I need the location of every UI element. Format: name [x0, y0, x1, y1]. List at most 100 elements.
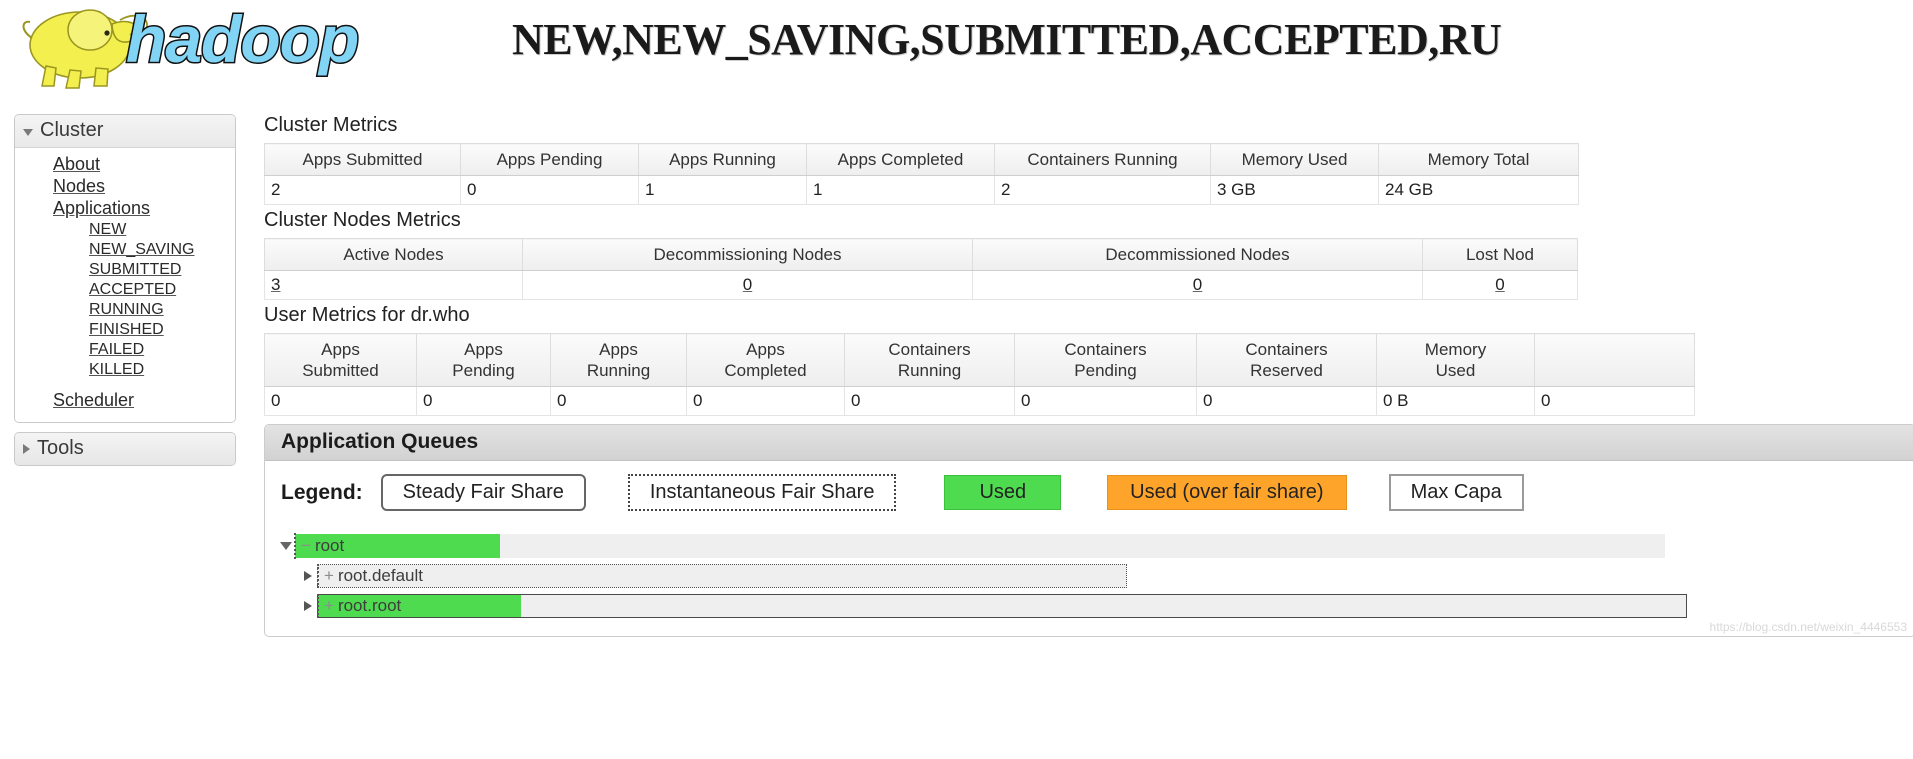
col-line1: Containers — [1064, 340, 1147, 359]
col-user-containers-reserved[interactable]: Containers Reserved — [1196, 333, 1377, 387]
cluster-metrics-title: Cluster Metrics — [264, 114, 398, 136]
queue-bar-root[interactable]: − root — [294, 532, 1665, 559]
sidebar-section-cluster[interactable]: Cluster — [15, 115, 235, 148]
col-apps-completed[interactable]: Apps Completed — [806, 143, 995, 176]
hadoop-wordmark: hadoop — [124, 2, 360, 76]
active-nodes-link[interactable]: 3 — [271, 275, 280, 294]
queue-bar-root-root[interactable]: + root.root — [317, 593, 1687, 618]
col-active-nodes[interactable]: Active Nodes — [264, 238, 523, 271]
col-line1: Memory — [1424, 340, 1487, 359]
page-title: NEW,NEW_SAVING,SUBMITTED,ACCEPTED,RU — [512, 15, 1502, 64]
sidebar-item-new-saving[interactable]: NEW_SAVING — [15, 240, 235, 260]
col-memory-total[interactable]: Memory Total — [1378, 143, 1579, 176]
cluster-nodes-metrics-table: Active Nodes Decommissioning Nodes Decom… — [264, 238, 1578, 300]
hadoop-logo[interactable]: hadoop — [8, 0, 428, 92]
col-line2: Submitted — [302, 361, 379, 380]
cell-apps-submitted: 2 — [264, 175, 461, 205]
col-line2: Completed — [724, 361, 807, 380]
chevron-down-icon — [23, 128, 33, 136]
col-line2: Running — [897, 361, 962, 380]
table-row: 2 0 1 1 2 3 GB 24 GB — [264, 175, 1579, 205]
col-line1: Containers — [888, 340, 971, 359]
sidebar-item-new[interactable]: NEW — [15, 220, 235, 240]
queue-expand-sign: + — [324, 595, 334, 615]
legend-label: Legend: — [281, 480, 363, 504]
col-line1: Containers — [1245, 340, 1328, 359]
cell-user-extra: 0 — [1534, 386, 1695, 416]
sidebar-section-tools-label: Tools — [37, 437, 84, 459]
queue-label-root: − root — [295, 536, 344, 556]
cell-memory-total: 24 GB — [1378, 175, 1579, 205]
col-user-apps-submitted[interactable]: Apps Submitted — [264, 333, 417, 387]
col-line1: Apps — [464, 340, 503, 359]
col-decommissioning-nodes[interactable]: Decommissioning Nodes — [522, 238, 973, 271]
table-header-row: Active Nodes Decommissioning Nodes Decom… — [264, 238, 1578, 271]
col-decommissioned-nodes[interactable]: Decommissioned Nodes — [972, 238, 1423, 271]
queue-fairshare-marker-root-root — [317, 593, 319, 618]
cell-user-apps-pending: 0 — [416, 386, 551, 416]
page-header: hadoop NEW,NEW_SAVING,SUBMITTED,ACCEPTED… — [0, 0, 1913, 95]
col-user-extra[interactable] — [1534, 333, 1695, 387]
legend-steady-fair-share: Steady Fair Share — [380, 474, 586, 511]
sidebar-tools-box: Tools — [14, 432, 236, 466]
sidebar-section-tools[interactable]: Tools — [15, 433, 235, 465]
col-apps-running[interactable]: Apps Running — [638, 143, 807, 176]
col-user-apps-completed[interactable]: Apps Completed — [686, 333, 845, 387]
cell-user-containers-running: 0 — [844, 386, 1015, 416]
queue-fairshare-marker-root — [294, 532, 296, 559]
triangle-right-icon[interactable] — [299, 600, 317, 611]
queue-row-root-root[interactable]: + root.root — [265, 592, 1913, 619]
col-apps-submitted[interactable]: Apps Submitted — [264, 143, 461, 176]
legend-used: Used — [944, 475, 1062, 510]
user-metrics-title: User Metrics for dr.who — [264, 304, 470, 326]
col-lost-nodes[interactable]: Lost Nod — [1422, 238, 1578, 271]
cell-apps-running: 1 — [638, 175, 807, 205]
col-apps-pending[interactable]: Apps Pending — [460, 143, 639, 176]
decommissioning-nodes-link[interactable]: 0 — [743, 275, 752, 294]
col-line2: Used — [1435, 361, 1476, 380]
queue-bar-root-default[interactable]: + root.default — [317, 563, 1127, 588]
queue-name: root — [314, 535, 345, 555]
sidebar-item-scheduler[interactable]: Scheduler — [15, 390, 235, 412]
cell-user-apps-submitted: 0 — [264, 386, 417, 416]
sidebar-item-about[interactable]: About — [15, 154, 235, 176]
queue-list: − root + root.default + root.root https:… — [265, 524, 1913, 636]
sidebar-item-applications[interactable]: Applications — [15, 198, 235, 220]
table-row: 3 0 0 0 — [264, 270, 1578, 300]
col-user-containers-running[interactable]: Containers Running — [844, 333, 1015, 387]
triangle-down-icon[interactable] — [277, 541, 295, 550]
col-user-memory-used[interactable]: Memory Used — [1376, 333, 1535, 387]
sidebar-item-submitted[interactable]: SUBMITTED — [15, 260, 235, 280]
col-containers-running[interactable]: Containers Running — [994, 143, 1211, 176]
legend-used-over-fair-share: Used (over fair share) — [1107, 475, 1347, 510]
col-user-containers-pending[interactable]: Containers Pending — [1014, 333, 1197, 387]
sidebar-item-accepted[interactable]: ACCEPTED — [15, 280, 235, 300]
triangle-right-icon[interactable] — [299, 570, 317, 581]
col-user-apps-pending[interactable]: Apps Pending — [416, 333, 551, 387]
main-content: Cluster Metrics Apps Submitted Apps Pend… — [252, 110, 1913, 637]
col-line2: Pending — [452, 361, 515, 380]
queues-legend: Legend: Steady Fair Share Instantaneous … — [265, 461, 1913, 524]
col-line1: Apps — [599, 340, 638, 359]
queue-row-root-default[interactable]: + root.default — [265, 562, 1913, 589]
sidebar-item-killed[interactable]: KILLED — [15, 360, 235, 380]
lost-nodes-link[interactable]: 0 — [1495, 275, 1504, 294]
sidebar-item-running[interactable]: RUNNING — [15, 300, 235, 320]
cluster-nodes-metrics-title: Cluster Nodes Metrics — [264, 209, 461, 231]
col-memory-used[interactable]: Memory Used — [1210, 143, 1379, 176]
sidebar-item-nodes[interactable]: Nodes — [15, 176, 235, 198]
decommissioned-nodes-link[interactable]: 0 — [1193, 275, 1202, 294]
sidebar-section-cluster-label: Cluster — [40, 119, 104, 141]
queue-expand-sign: + — [324, 565, 334, 585]
queue-row-root[interactable]: − root — [265, 532, 1913, 559]
sidebar-item-failed[interactable]: FAILED — [15, 340, 235, 360]
cell-containers-running: 2 — [994, 175, 1211, 205]
application-queues-panel: Application Queues Legend: Steady Fair S… — [264, 424, 1913, 637]
application-queues-title: Application Queues — [265, 425, 1913, 461]
cell-apps-completed: 1 — [806, 175, 995, 205]
sidebar-cluster-links: About Nodes Applications NEW NEW_SAVING … — [15, 148, 235, 422]
queue-name: root.default — [337, 565, 423, 585]
col-user-apps-running[interactable]: Apps Running — [550, 333, 687, 387]
sidebar-item-finished[interactable]: FINISHED — [15, 320, 235, 340]
sidebar-cluster-box: Cluster About Nodes Applications NEW NEW… — [14, 114, 236, 423]
